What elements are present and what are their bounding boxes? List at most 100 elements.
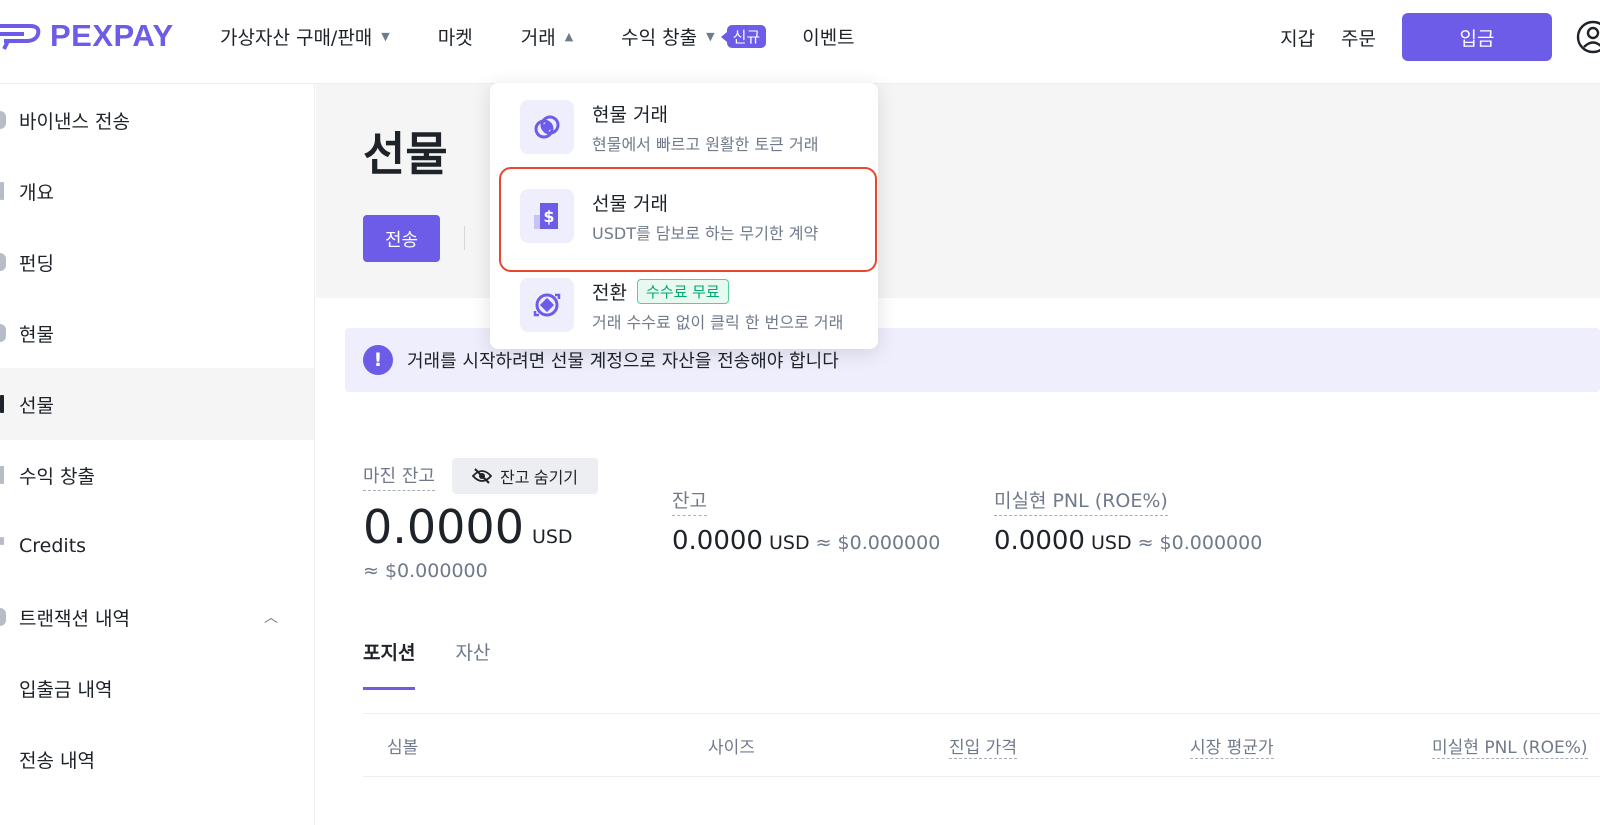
menu-item-title: 전환 수수료 무료 [592,278,843,305]
sidebar-item-binance-transfer[interactable]: 바이낸스 전송 [0,84,314,156]
caret-down-icon: ▼ [381,29,390,43]
sidebar-item-label: 펀딩 [19,252,54,275]
tab-assets[interactable]: 자산 [455,638,490,690]
balance-unit: USD [768,532,810,554]
sidebar-item-earn[interactable]: 수익 창출 [0,439,314,511]
col-size: 사이즈 [708,738,755,758]
sidebar-item-transfer-history[interactable]: 전송 내역 [0,723,314,795]
sidebar-item-label: 수익 창출 [19,465,95,488]
menu-item-spot-trading[interactable]: 현물 거래 현물에서 빠르고 원활한 토큰 거래 [500,85,868,169]
nav-trade[interactable]: 거래 ▲ [521,23,573,50]
wallet-link[interactable]: 지갑 [1280,24,1315,51]
user-icon[interactable] [1576,20,1600,54]
sidebar-item-overview[interactable]: 개요 [0,155,314,227]
futures-trading-icon: $ [520,189,574,243]
pnl-number: 0.0000 [994,526,1085,556]
nav-earn[interactable]: 수익 창출 ▼ 신규 [621,23,767,50]
pnl-approx: ≈ $0.000000 [1137,532,1263,554]
spot-trading-icon [520,100,574,154]
hide-balance-button[interactable]: 잔고 숨기기 [452,458,598,494]
nav-label: 이벤트 [802,26,855,49]
menu-item-convert[interactable]: 전환 수수료 무료 거래 수수료 없이 클릭 한 번으로 거래 [500,263,868,347]
nav-label: 거래 [520,26,556,49]
trade-dropdown-menu: 현물 거래 현물에서 빠르고 원활한 토큰 거래 $ 선물 거래 USDT를 담… [490,83,878,349]
balance-approx: ≈ $0.000000 [815,532,941,554]
fee-free-badge: 수수료 무료 [636,278,729,304]
sidebar-item-label: 선물 [19,394,54,417]
page-title: 선물 [363,127,448,181]
convert-icon [520,278,574,332]
history-icon [0,608,6,626]
margin-balance-value: 0.0000 USD [363,500,573,554]
table-divider [363,776,1600,777]
earn-icon [0,466,4,484]
col-unrealized-pnl[interactable]: 미실현 PNL (ROE%) [1432,733,1588,759]
sidebar-item-funding[interactable]: 펀딩 [0,226,314,298]
tab-positions[interactable]: 포지션 [363,638,416,690]
menu-item-subtitle: USDT를 담보로 하는 무기한 계약 [592,223,819,243]
menu-item-text: 전환 수수료 무료 거래 수수료 없이 클릭 한 번으로 거래 [592,278,843,333]
nav-events[interactable]: 이벤트 [802,23,854,50]
sidebar-item-credits[interactable]: Credits [0,510,314,582]
sidebar-item-label: 입출금 내역 [19,678,113,701]
divider [464,226,465,250]
pexpay-logo-icon [0,24,41,50]
new-badge: 신규 [720,24,767,48]
col-mark-price[interactable]: 시장 평균가 [1190,733,1274,759]
sidebar-item-label: 개요 [19,181,54,204]
balance-number: 0.0000 [672,526,763,556]
sidebar-item-spot[interactable]: 현물 [0,297,314,369]
menu-item-title-text: 전환 [592,281,627,304]
sidebar-item-label: 트랜잭션 내역 [19,607,130,630]
hide-balance-label: 잔고 숨기기 [499,470,579,487]
nav-label: 마켓 [437,26,473,49]
header-actions: 지갑 주문 입금 [1280,13,1600,61]
funding-icon [0,253,6,271]
menu-item-subtitle: 거래 수수료 없이 클릭 한 번으로 거래 [592,312,844,332]
menu-item-text: 선물 거래 USDT를 담보로 하는 무기한 계약 [592,189,818,244]
nav-markets[interactable]: 마켓 [438,23,473,50]
menu-item-futures-trading[interactable]: $ 선물 거래 USDT를 담보로 하는 무기한 계약 [500,174,868,258]
pnl-label[interactable]: 미실현 PNL (ROE%) [994,486,1168,516]
margin-balance-approx: ≈ $0.000000 [363,560,488,582]
deposit-button[interactable]: 입금 [1402,13,1552,61]
caret-down-icon: ▼ [706,29,715,43]
pnl-stat: 미실현 PNL (ROE%) 0.0000 USD ≈ $0.000000 [994,486,1262,556]
transfer-button[interactable]: 전송 [363,215,440,262]
eye-off-icon [471,468,492,484]
margin-balance-label[interactable]: 마진 잔고 [363,462,435,491]
pexpay-logo[interactable]: PEXPAY [0,18,174,54]
info-icon: ! [363,345,393,375]
nav-label: 수익 창출 [621,26,698,49]
svg-text:$: $ [543,207,554,226]
balance-value: 0.0000 USD ≈ $0.000000 [672,526,940,556]
logo-text: PEXPAY [50,18,174,53]
nav-label: 가상자산 구매/판매 [220,26,373,49]
menu-item-subtitle: 현물에서 빠르고 원활한 토큰 거래 [592,134,819,154]
menu-item-title: 선물 거래 [592,192,668,215]
menu-item-text: 현물 거래 현물에서 빠르고 원활한 토큰 거래 [592,100,818,155]
caret-up-icon: ▲ [564,29,574,43]
overview-icon [0,182,4,200]
sidebar: 바이낸스 전송 개요 펀딩 현물 선물 수익 창출 Credits 트랜잭션 내… [0,84,315,825]
sidebar-item-label: 전송 내역 [19,749,95,772]
margin-balance-unit: USD [531,526,573,548]
main-nav: 가상자산 구매/판매 ▼ 마켓 거래 ▲ 수익 창출 ▼ 신규 이벤트 [220,20,903,52]
col-entry-price[interactable]: 진입 가격 [949,733,1017,759]
margin-balance-number: 0.0000 [363,500,524,554]
credits-icon [0,537,4,545]
balance-label[interactable]: 잔고 [672,486,707,516]
nav-buy-sell[interactable]: 가상자산 구매/판매 ▼ [220,23,390,50]
top-header: PEXPAY 가상자산 구매/판매 ▼ 마켓 거래 ▲ 수익 창출 ▼ 신규 이… [0,0,1600,84]
sidebar-item-futures[interactable]: 선물 [0,368,314,440]
position-tabs: 포지션 자산 [363,638,530,690]
sidebar-item-transaction-history[interactable]: 트랜잭션 내역 ︿ [0,581,314,653]
sidebar-item-deposit-withdraw-history[interactable]: 입출금 내역 [0,652,314,724]
sidebar-item-label: 현물 [19,323,54,346]
sidebar-item-label: Credits [19,535,87,557]
chevron-up-icon: ︿ [264,610,278,626]
balance-stat: 잔고 0.0000 USD ≈ $0.000000 [672,486,940,556]
table-divider [363,713,1600,714]
orders-link[interactable]: 주문 [1341,24,1376,51]
menu-item-title: 현물 거래 [592,103,668,126]
